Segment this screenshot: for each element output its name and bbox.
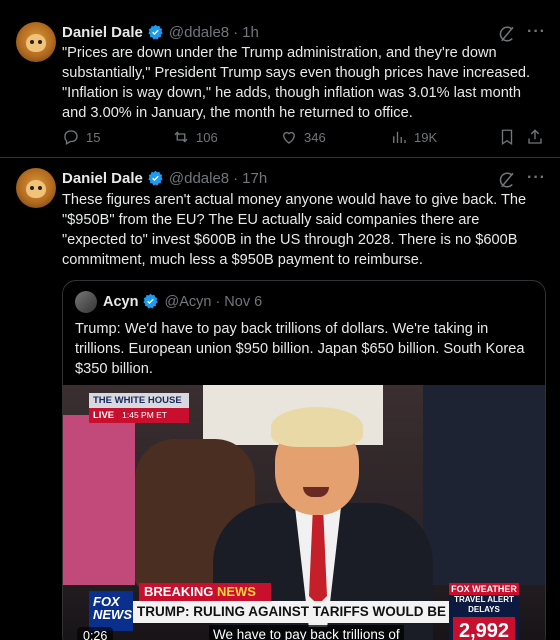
like-count: 346 (304, 129, 326, 145)
avatar-eye (38, 186, 42, 190)
author-handle[interactable]: @ddale8 (169, 170, 229, 187)
breaking-news-banner: BREAKING NEWS (139, 583, 271, 601)
repost-button[interactable]: 106 (172, 128, 218, 146)
news-label: NEWS (216, 584, 256, 599)
verified-badge-icon (148, 170, 163, 186)
views-button[interactable]: 19K (390, 128, 437, 146)
heart-icon (283, 131, 295, 144)
quote-timestamp[interactable]: Nov 6 (224, 294, 262, 310)
avatar[interactable] (16, 22, 56, 62)
tweet-text: These figures aren't actual money anyone… (62, 192, 527, 268)
live-time: 1:45 PM ET (118, 408, 189, 423)
views-count: 19K (414, 129, 438, 145)
tweet-text: "Prices are down under the Trump adminis… (62, 45, 531, 121)
separator-dot: · (215, 293, 221, 310)
bookmark-icon (501, 129, 513, 146)
more-options-icon[interactable]: ··· (527, 23, 546, 41)
avatar-face (26, 34, 46, 52)
separator-dot: · (233, 170, 239, 187)
quote-text: Trump: We'd have to pay back trillions o… (75, 321, 525, 377)
verified-badge-icon (143, 293, 159, 309)
reply-button[interactable]: 15 (62, 128, 100, 146)
quoted-tweet[interactable]: Acyn @Acyn · Nov 6 Trump: We'd have to p… (62, 280, 546, 640)
repost-icon (174, 131, 188, 143)
like-button[interactable]: 346 (280, 128, 326, 146)
tweet[interactable]: Daniel Dale @ddale8 · 17h ··· These figu… (0, 158, 560, 640)
breaking-label: BREAKING (144, 584, 214, 599)
tweet-header: Daniel Dale @ddale8 · 17h (62, 170, 267, 187)
quote-author-handle[interactable]: @Acyn (164, 294, 211, 310)
weather-widget: FOX WEATHER TRAVEL ALERT DELAYS 2,992 (449, 583, 519, 640)
more-options-icon[interactable]: ··· (527, 169, 546, 187)
avatar-face (26, 180, 46, 198)
fox-logo-line2: NEWS (93, 607, 132, 622)
avatar-eye (30, 186, 34, 190)
author-name[interactable]: Daniel Dale (62, 170, 143, 187)
grok-icon[interactable] (498, 25, 516, 43)
quote-author-name[interactable]: Acyn (103, 294, 138, 310)
tweet-actions: 15 106 346 19K (62, 128, 546, 148)
background-figure (63, 415, 135, 585)
fox-news-logo: FOX NEWS (89, 591, 133, 631)
grok-icon[interactable] (498, 171, 516, 189)
avatar[interactable] (16, 168, 56, 208)
verified-badge-icon (148, 24, 163, 40)
weather-number: 2,992 (453, 617, 515, 640)
reply-count: 15 (86, 129, 101, 145)
background-figure (423, 385, 545, 585)
video-player[interactable]: THE WHITE HOUSE LIVE 1:45 PM ET BREAKING… (63, 385, 545, 640)
speaker-hair (271, 407, 363, 447)
avatar-eye (30, 40, 34, 44)
weather-title: FOX WEATHER (449, 583, 519, 595)
author-name[interactable]: Daniel Dale (62, 24, 143, 41)
live-badge: LIVE (89, 408, 119, 423)
tweet-header: Daniel Dale @ddale8 · 1h (62, 24, 259, 41)
reply-icon (64, 130, 78, 145)
timestamp[interactable]: 1h (242, 24, 259, 41)
quote-header: Acyn @Acyn · Nov 6 (103, 293, 262, 310)
weather-subtitle-2: DELAYS (468, 605, 500, 614)
network-bug: THE WHITE HOUSE LIVE 1:45 PM ET (89, 393, 189, 423)
share-icon (528, 129, 542, 144)
tweet[interactable]: Daniel Dale @ddale8 · 1h ··· "Prices are… (0, 0, 560, 158)
author-handle[interactable]: @ddale8 (169, 24, 229, 41)
weather-subtitle: TRAVEL ALERT (454, 595, 514, 604)
chyron-headline: TRUMP: RULING AGAINST TARIFFS WOULD BE D… (133, 601, 451, 623)
views-icon (393, 131, 406, 143)
bookmark-button[interactable] (498, 128, 516, 146)
quote-avatar[interactable] (75, 291, 97, 313)
avatar-eye (38, 40, 42, 44)
separator-dot: · (233, 24, 239, 41)
network-bug-title: THE WHITE HOUSE (89, 393, 189, 408)
video-caption: We have to pay back trillions of (209, 625, 404, 640)
share-button[interactable] (526, 128, 544, 146)
video-timecode: 0:26 (77, 627, 114, 640)
timestamp[interactable]: 17h (242, 170, 267, 187)
repost-count: 106 (196, 129, 218, 145)
